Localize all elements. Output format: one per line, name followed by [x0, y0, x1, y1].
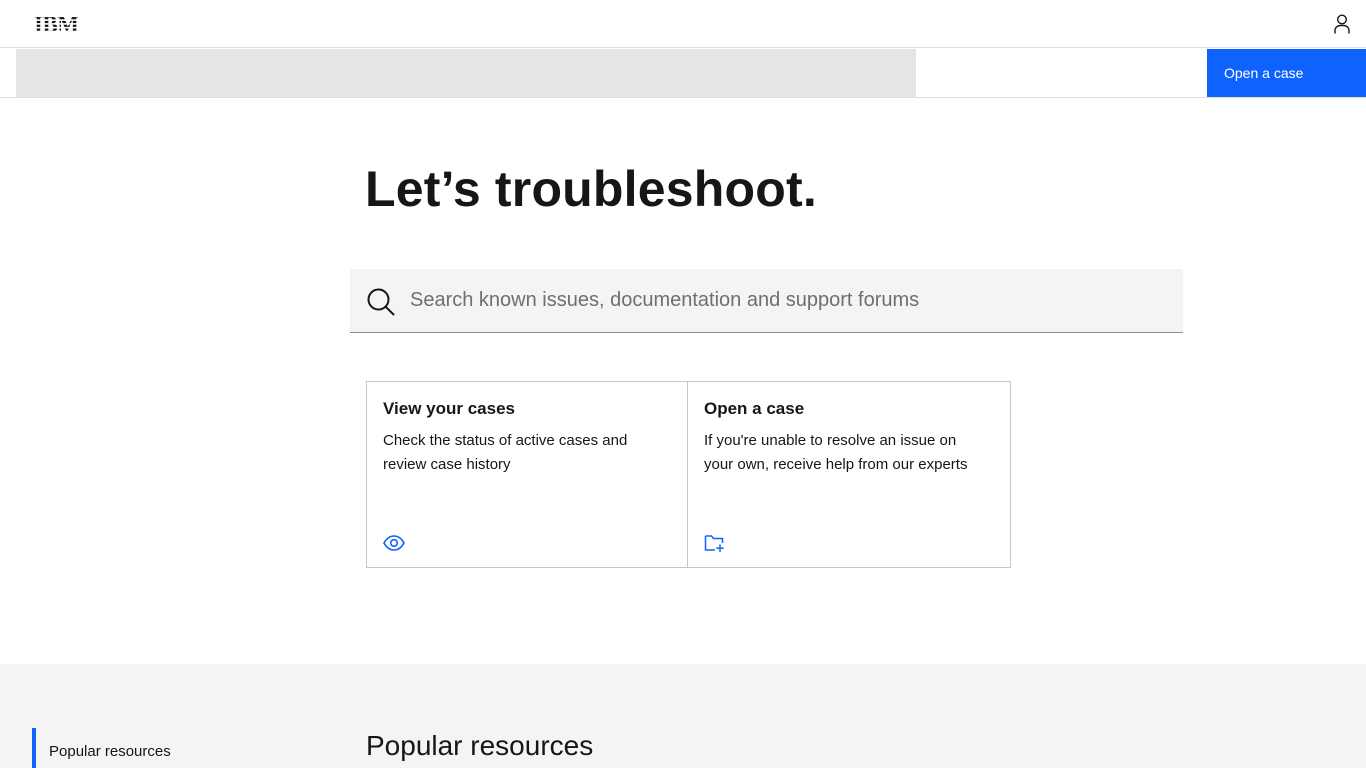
masthead: IBM [0, 0, 1366, 48]
view-cases-card[interactable]: View your cases Check the status of acti… [367, 382, 688, 567]
card-description: If you're unable to resolve an issue on … [704, 432, 968, 473]
page-title: Let’s troubleshoot. [365, 161, 817, 217]
card-title: View your cases [383, 399, 515, 418]
user-icon [1334, 14, 1350, 34]
card-description: Check the status of active cases and rev… [383, 432, 628, 473]
sub-navigation: Open a case [0, 49, 1366, 98]
side-nav-popular-resources[interactable]: Popular resources [32, 728, 171, 768]
card-title: Open a case [704, 399, 805, 418]
folder-add-icon [704, 535, 724, 552]
user-profile-button[interactable] [1330, 12, 1354, 36]
eye-icon [383, 535, 405, 551]
subnav-loading-placeholder [16, 49, 916, 97]
ibm-logo[interactable]: IBM [34, 12, 94, 37]
popular-resources-section: Popular resources Popular resources [0, 664, 1366, 768]
open-case-card[interactable]: Open a case If you're unable to resolve … [688, 382, 1010, 567]
section-heading: Popular resources [366, 730, 594, 761]
search-bar [350, 269, 1183, 333]
search-icon [367, 288, 395, 316]
action-cards: View your cases Check the status of acti… [366, 381, 1011, 568]
open-a-case-button[interactable]: Open a case [1207, 49, 1366, 97]
search-input[interactable] [408, 269, 1168, 332]
